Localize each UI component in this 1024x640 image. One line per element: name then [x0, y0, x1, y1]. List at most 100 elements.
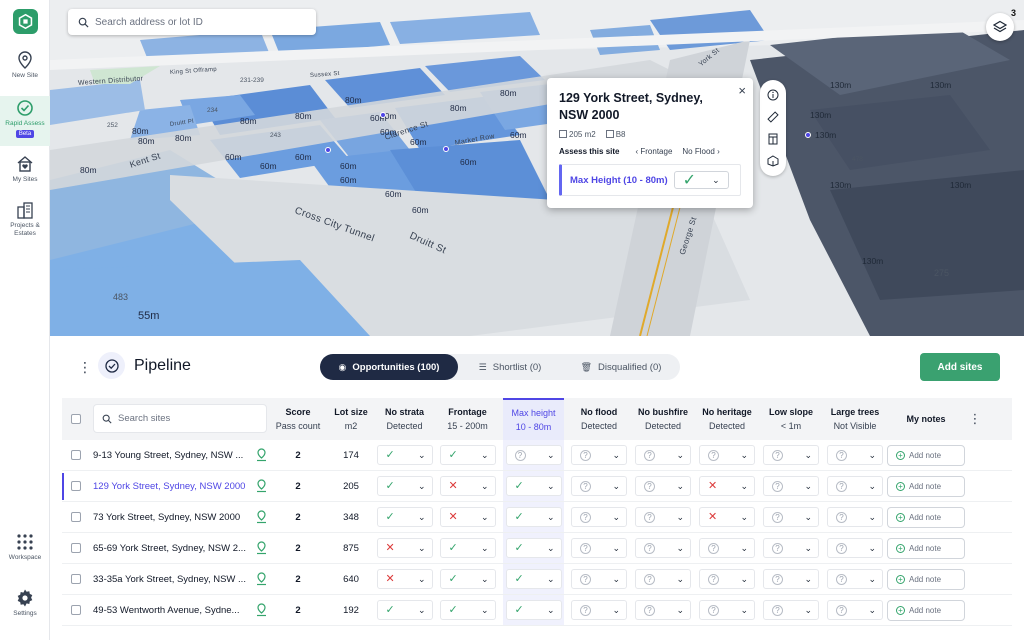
- site-address-link[interactable]: 65-69 York Street, Sydney, NSW 2...: [93, 533, 273, 563]
- rail-item-projects-estates[interactable]: Projects & Estates: [0, 200, 50, 238]
- check-status-select[interactable]: ✕ ⌄: [439, 476, 496, 496]
- locate-on-map-icon[interactable]: [256, 603, 267, 617]
- site-marker-icon[interactable]: [325, 147, 331, 153]
- tab-shortlist[interactable]: ☰ Shortlist (0): [458, 354, 562, 380]
- column-header-max-height[interactable]: Max height 10 - 80m: [503, 398, 564, 440]
- add-sites-button[interactable]: Add sites: [920, 353, 1000, 381]
- check-status-select[interactable]: ? ⌄: [827, 476, 883, 496]
- column-header-low-slope[interactable]: Low slope < 1m: [759, 398, 823, 440]
- table-row[interactable]: 129 York Street, Sydney, NSW 2000 2 205 ✓ ⌄ ✕…: [62, 471, 1012, 502]
- locate-on-map-icon[interactable]: [256, 510, 267, 524]
- select-all-checkbox[interactable]: [71, 414, 81, 424]
- add-note-button[interactable]: + Add note: [887, 568, 965, 590]
- ruler-icon[interactable]: [767, 111, 779, 123]
- row-checkbox[interactable]: [71, 512, 81, 522]
- map-search[interactable]: [68, 9, 316, 35]
- site-marker-icon[interactable]: [805, 132, 811, 138]
- check-status-select[interactable]: ? ⌄: [635, 507, 691, 527]
- check-status-select[interactable]: ? ⌄: [571, 507, 627, 527]
- app-logo[interactable]: [13, 9, 38, 34]
- check-status-select[interactable]: ✓ ⌄: [439, 569, 496, 589]
- check-status-select[interactable]: ? ⌄: [827, 445, 883, 465]
- site-address-link[interactable]: 49-53 Wentworth Avenue, Sydne...: [93, 595, 273, 625]
- rail-item-new-site[interactable]: New Site: [0, 50, 50, 80]
- row-checkbox[interactable]: [71, 481, 81, 491]
- check-status-select[interactable]: ? ⌄: [699, 445, 755, 465]
- assess-next-button[interactable]: No Flood ›: [682, 147, 719, 156]
- check-status-select[interactable]: ✕ ⌄: [376, 569, 433, 589]
- column-header-frontage[interactable]: Frontage 15 - 200m: [436, 398, 499, 440]
- column-header-no-bushfire[interactable]: No bushfire Detected: [631, 398, 695, 440]
- check-status-select[interactable]: ✓ ⌄: [505, 569, 562, 589]
- column-header-lot-size[interactable]: Lot size m2: [329, 398, 373, 440]
- check-status-select[interactable]: ? ⌄: [763, 507, 819, 527]
- locate-on-map-icon[interactable]: [256, 448, 267, 462]
- info-icon[interactable]: [767, 89, 779, 101]
- site-address-link[interactable]: 33-35a York Street, Sydney, NSW ...: [93, 564, 273, 594]
- columns-menu-button[interactable]: ⋮: [967, 398, 983, 440]
- check-status-select[interactable]: ? ⌄: [827, 507, 883, 527]
- site-address-link[interactable]: 73 York Street, Sydney, NSW 2000: [93, 502, 273, 532]
- table-row[interactable]: 49-53 Wentworth Avenue, Sydne... 2 192 ✓ ⌄ ✓ ⌄…: [62, 595, 1012, 626]
- check-status-select[interactable]: ? ⌄: [763, 538, 819, 558]
- check-status-select[interactable]: ? ⌄: [699, 600, 755, 620]
- check-status-select[interactable]: ? ⌄: [827, 569, 883, 589]
- assessment-status-select[interactable]: ✓ ⌄: [673, 171, 729, 189]
- site-address-link[interactable]: 9-13 Young Street, Sydney, NSW ...: [93, 440, 273, 470]
- table-row[interactable]: 65-69 York Street, Sydney, NSW 2... 2 875 ✕…: [62, 533, 1012, 564]
- row-checkbox[interactable]: [71, 450, 81, 460]
- column-header-no-heritage[interactable]: No heritage Detected: [695, 398, 759, 440]
- site-marker-icon[interactable]: [443, 146, 449, 152]
- 3d-view-icon[interactable]: [767, 155, 779, 167]
- calculator-icon[interactable]: [767, 133, 779, 145]
- check-status-select[interactable]: ✓ ⌄: [439, 538, 496, 558]
- check-status-select[interactable]: ✕ ⌄: [376, 538, 433, 558]
- rail-item-my-sites[interactable]: My Sites: [0, 154, 50, 184]
- add-note-button[interactable]: + Add note: [887, 475, 965, 497]
- popup-close-button[interactable]: ×: [738, 83, 746, 98]
- map-view[interactable]: Kent St Cross City Tunnel Druitt St Clarenc…: [50, 0, 1024, 336]
- locate-on-map-icon[interactable]: [256, 541, 267, 555]
- assess-prev-button[interactable]: ‹ Frontage: [635, 147, 672, 156]
- tab-disqualified[interactable]: 🗑 Disqualified (0): [562, 354, 680, 380]
- check-status-select[interactable]: ? ⌄: [827, 600, 883, 620]
- check-status-select[interactable]: ? ⌄: [635, 600, 691, 620]
- table-row[interactable]: 33-35a York Street, Sydney, NSW ... 2 640 ✕…: [62, 564, 1012, 595]
- check-status-select[interactable]: ✓ ⌄: [376, 445, 433, 465]
- check-status-select[interactable]: ? ⌄: [763, 445, 819, 465]
- locate-on-map-icon[interactable]: [256, 479, 267, 493]
- check-status-select[interactable]: ? ⌄: [699, 538, 755, 558]
- locate-on-map-icon[interactable]: [256, 572, 267, 586]
- check-status-select[interactable]: ? ⌄: [699, 569, 755, 589]
- rail-item-settings[interactable]: Settings: [0, 588, 50, 618]
- check-status-select[interactable]: ✓ ⌄: [376, 600, 433, 620]
- check-status-select[interactable]: ✓ ⌄: [505, 600, 562, 620]
- pipeline-menu-button[interactable]: ⋮: [78, 360, 92, 374]
- map-search-input[interactable]: [95, 16, 305, 28]
- sites-search-input[interactable]: [118, 413, 258, 424]
- add-note-button[interactable]: + Add note: [887, 599, 965, 621]
- check-status-select[interactable]: ✓ ⌄: [505, 476, 562, 496]
- check-status-select[interactable]: ? ⌄: [571, 569, 627, 589]
- tab-opportunities[interactable]: ◉ Opportunities (100): [320, 354, 458, 380]
- column-header-score[interactable]: Score Pass count: [267, 398, 329, 440]
- check-status-select[interactable]: ✓ ⌄: [376, 507, 433, 527]
- check-status-select[interactable]: ? ⌄: [763, 476, 819, 496]
- layers-button[interactable]: 3: [986, 8, 1016, 41]
- row-checkbox[interactable]: [71, 574, 81, 584]
- add-note-button[interactable]: + Add note: [887, 506, 965, 528]
- check-status-select[interactable]: ? ⌄: [635, 445, 691, 465]
- column-header-my-notes[interactable]: My notes: [887, 398, 965, 440]
- check-status-select[interactable]: ? ⌄: [505, 445, 562, 465]
- column-header-no-flood[interactable]: No flood Detected: [567, 398, 631, 440]
- column-header-no-strata[interactable]: No strata Detected: [373, 398, 436, 440]
- rail-item-rapid-assess[interactable]: Rapid Assess Beta: [0, 96, 50, 146]
- check-status-select[interactable]: ? ⌄: [763, 600, 819, 620]
- check-status-select[interactable]: ✓ ⌄: [439, 445, 496, 465]
- check-status-select[interactable]: ? ⌄: [763, 569, 819, 589]
- check-status-select[interactable]: ✓ ⌄: [505, 507, 562, 527]
- check-status-select[interactable]: ✕ ⌄: [699, 476, 755, 496]
- check-status-select[interactable]: ✓ ⌄: [376, 476, 433, 496]
- check-status-select[interactable]: ? ⌄: [635, 538, 691, 558]
- add-note-button[interactable]: + Add note: [887, 444, 965, 466]
